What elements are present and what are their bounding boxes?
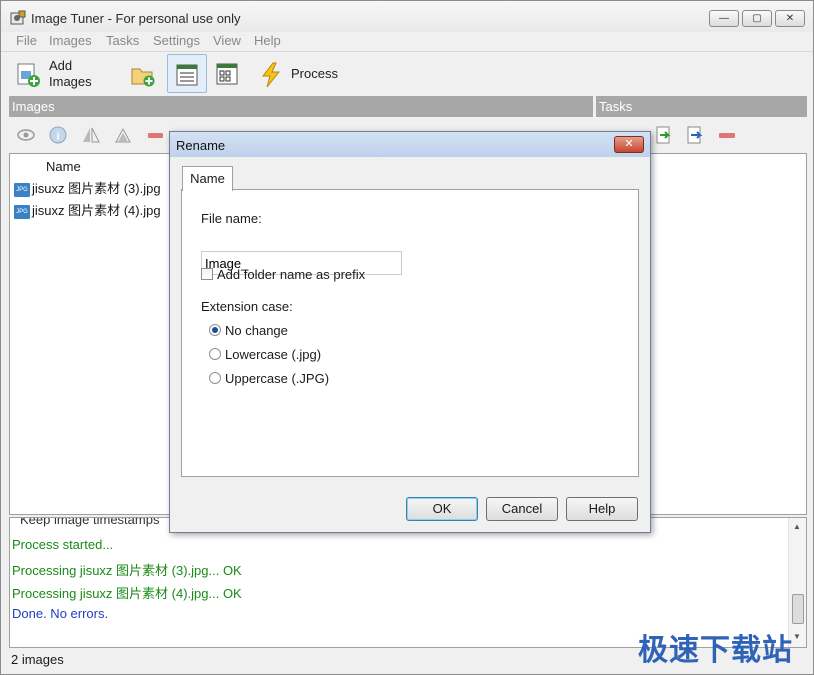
minimize-icon: — bbox=[719, 13, 729, 24]
menu-tasks[interactable]: Tasks bbox=[106, 33, 139, 48]
preview-icon[interactable] bbox=[16, 126, 36, 144]
file-name: jisuxz 图片素材 (4).jpg bbox=[32, 203, 161, 218]
details-view-button[interactable] bbox=[167, 54, 207, 93]
extension-case-label: Extension case: bbox=[201, 299, 293, 314]
add-images-label-1: Add bbox=[49, 58, 73, 73]
add-images-label-2: Images bbox=[49, 74, 92, 89]
scroll-thumb[interactable] bbox=[792, 594, 804, 624]
add-folder-button[interactable] bbox=[125, 54, 159, 93]
maximize-button[interactable]: ▢ bbox=[742, 10, 772, 27]
file-name-label: File name: bbox=[201, 211, 262, 226]
column-name-label: Name bbox=[46, 159, 81, 174]
menu-bar: File Images Tasks Settings View Help bbox=[1, 32, 813, 50]
menu-file[interactable]: File bbox=[16, 33, 37, 48]
prefix-checkbox-row[interactable]: Add folder name as prefix bbox=[201, 267, 391, 283]
log-line: Done. No errors. bbox=[12, 606, 109, 621]
remove-image-icon[interactable] bbox=[148, 133, 163, 138]
add-images-button[interactable]: Add Images bbox=[11, 54, 101, 93]
close-button[interactable]: ✕ bbox=[775, 10, 805, 27]
close-icon: ✕ bbox=[785, 13, 795, 24]
dialog-close-button[interactable]: ✕ bbox=[614, 136, 644, 153]
file-name: jisuxz 图片素材 (3).jpg bbox=[32, 181, 161, 196]
maximize-icon: ▢ bbox=[752, 13, 762, 24]
radio-uppercase[interactable]: Uppercase (.JPG) bbox=[209, 371, 349, 387]
details-view-icon bbox=[176, 64, 198, 86]
prefix-label: Add folder name as prefix bbox=[217, 267, 366, 282]
tasks-section-title: Tasks bbox=[599, 99, 633, 114]
jpg-file-icon: JPG bbox=[14, 182, 30, 197]
log-line: Processing jisuxz 图片素材 (4).jpg... OK bbox=[12, 586, 242, 601]
log-line: Process started... bbox=[12, 537, 114, 552]
dialog-body: Name File name: Add folder name as prefi… bbox=[171, 157, 649, 532]
images-section-header: Images bbox=[9, 96, 593, 117]
watermark: 极速下载站 bbox=[638, 633, 793, 668]
column-header-name[interactable]: Name bbox=[10, 154, 170, 178]
flip-vertical-icon[interactable] bbox=[113, 125, 133, 145]
radio-label: No change bbox=[225, 323, 288, 338]
add-folder-icon bbox=[131, 68, 155, 87]
menu-images[interactable]: Images bbox=[49, 33, 92, 48]
radio-button[interactable] bbox=[209, 372, 221, 384]
tab-name-label: Name bbox=[190, 171, 225, 186]
list-item[interactable]: JPG jisuxz 图片素材 (3).jpg bbox=[14, 179, 161, 199]
dialog-title: Rename bbox=[176, 138, 226, 153]
help-button[interactable]: Help bbox=[566, 497, 638, 521]
toolbar: Add Images Process bbox=[1, 51, 813, 97]
process-button[interactable]: Process bbox=[255, 54, 345, 93]
log-line: Processing jisuxz 图片素材 (3).jpg... OK bbox=[12, 563, 242, 578]
flip-horizontal-icon[interactable] bbox=[81, 125, 101, 145]
close-icon: ✕ bbox=[624, 138, 634, 150]
menu-help[interactable]: Help bbox=[254, 33, 281, 48]
thumbnail-view-button[interactable] bbox=[211, 54, 245, 93]
jpg-file-icon: JPG bbox=[14, 204, 30, 219]
task-import-icon[interactable] bbox=[654, 125, 674, 145]
minimize-button[interactable]: — bbox=[709, 10, 739, 27]
thumbnail-view-icon bbox=[216, 63, 238, 85]
window-title: Image Tuner - For personal use only bbox=[31, 11, 241, 26]
rename-dialog: Rename ✕ Name File name: Add folder name… bbox=[169, 131, 651, 533]
task-export-icon[interactable] bbox=[685, 125, 705, 145]
dialog-title-bar: Rename ✕ bbox=[170, 132, 650, 157]
list-item[interactable]: JPG jisuxz 图片素材 (4).jpg bbox=[14, 201, 161, 221]
add-image-icon bbox=[17, 63, 40, 87]
images-section-title: Images bbox=[12, 99, 55, 114]
radio-label: Uppercase (.JPG) bbox=[225, 371, 330, 386]
menu-settings[interactable]: Settings bbox=[153, 33, 200, 48]
tasks-section-header: Tasks bbox=[596, 96, 807, 117]
cancel-button[interactable]: Cancel bbox=[486, 497, 558, 521]
radio-lowercase[interactable]: Lowercase (.jpg) bbox=[209, 347, 349, 363]
tab-name[interactable]: Name bbox=[182, 166, 233, 191]
app-icon bbox=[10, 10, 26, 25]
scroll-up-icon[interactable]: ▲ bbox=[793, 522, 801, 531]
tab-panel: File name: Add folder name as prefix Ext… bbox=[181, 189, 639, 477]
svg-text:i: i bbox=[56, 131, 59, 143]
radio-button[interactable] bbox=[209, 348, 221, 360]
log-partial-line: Keep image timestamps bbox=[20, 517, 160, 527]
lightning-icon bbox=[261, 62, 281, 88]
title-bar: Image Tuner - For personal use only — ▢ … bbox=[1, 1, 813, 34]
radio-label: Lowercase (.jpg) bbox=[225, 347, 322, 362]
prefix-checkbox[interactable] bbox=[201, 268, 213, 280]
menu-view[interactable]: View bbox=[213, 33, 241, 48]
radio-button-selected[interactable] bbox=[209, 324, 221, 336]
image-count: 2 images bbox=[11, 652, 64, 667]
radio-no-change[interactable]: No change bbox=[209, 323, 329, 339]
process-label: Process bbox=[291, 66, 338, 81]
scroll-down-icon[interactable]: ▼ bbox=[793, 632, 801, 641]
ok-button[interactable]: OK bbox=[406, 497, 478, 521]
info-icon[interactable]: i bbox=[48, 125, 68, 145]
remove-task-icon[interactable] bbox=[719, 133, 735, 138]
